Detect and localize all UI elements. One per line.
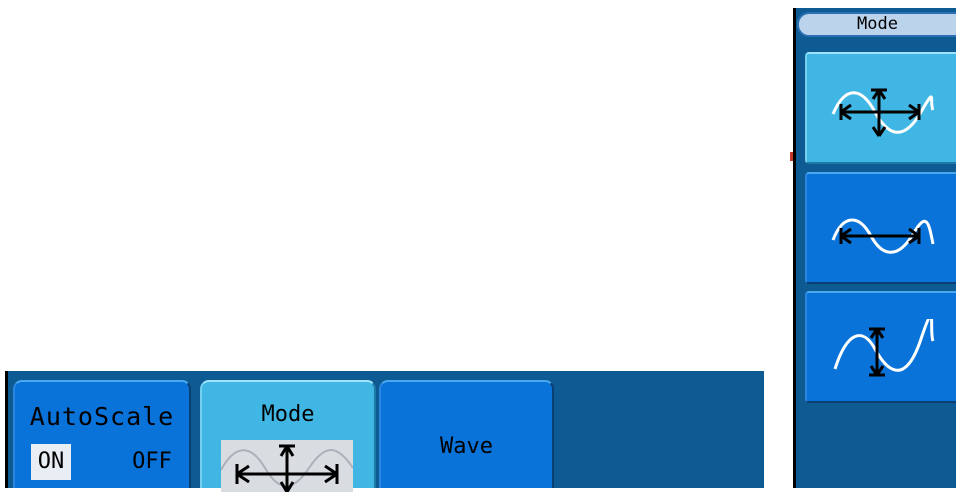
mode-option-vertical[interactable] [805,291,956,403]
autoscale-off-option[interactable]: OFF [125,444,179,480]
bar-left-border [5,371,8,488]
mode-label: Mode [261,402,315,427]
mode-option-horizontal-vertical[interactable] [805,52,956,164]
autoscale-button[interactable]: AutoScale ON OFF [13,380,191,488]
autoscale-on-option[interactable]: ON [31,444,71,480]
side-menu-header: Mode [797,12,956,37]
wave-button[interactable]: Wave [379,380,554,488]
panel-left-border [793,8,796,488]
side-menu-title: Mode [857,14,898,34]
side-menu-panel: Mode [793,8,956,488]
bottom-menu-bar: AutoScale ON OFF Mode Wave [5,371,764,492]
mode-option-horizontal[interactable] [805,172,956,284]
horizontal-vertical-icon [831,88,935,137]
autoscale-label: AutoScale [29,402,175,431]
mode-button[interactable]: Mode [200,380,376,492]
horizontal-vertical-icon [221,440,353,492]
horizontal-icon [831,218,935,254]
wave-label: Wave [440,434,493,459]
vertical-icon [833,319,935,377]
